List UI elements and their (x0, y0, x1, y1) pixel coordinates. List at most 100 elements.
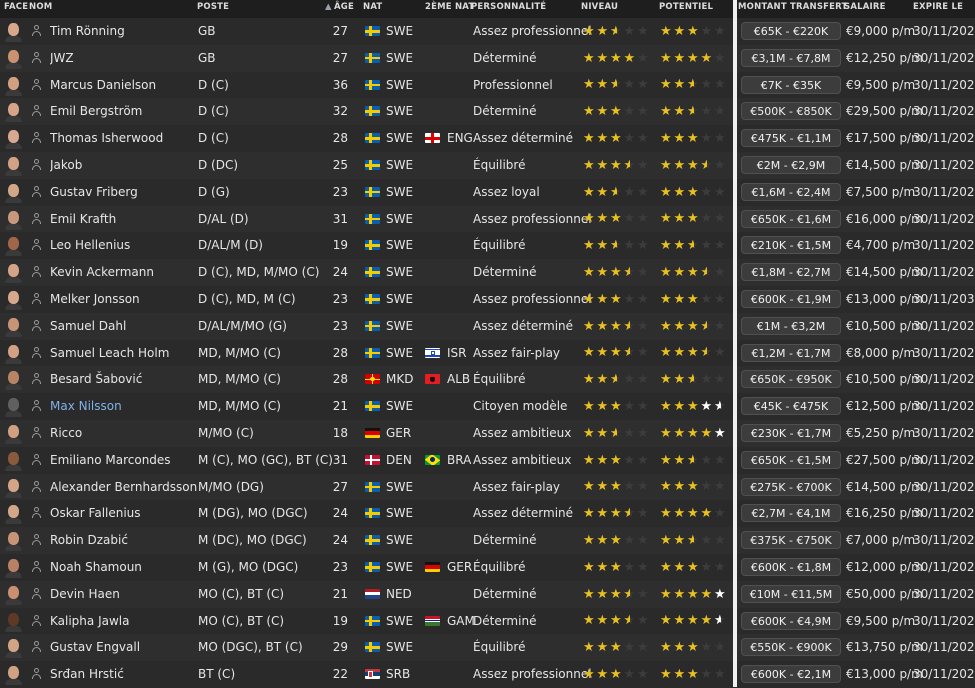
transfer-value-badge[interactable]: €1M - €3,2M (741, 316, 841, 335)
transfer-value-badge[interactable]: €550K - €900K (741, 638, 841, 657)
player-face-avatar[interactable] (4, 182, 23, 203)
player-face-avatar[interactable] (4, 289, 23, 310)
player-profile-icon[interactable] (31, 25, 42, 37)
column-header-personality[interactable]: PERSONNALITÉ (471, 2, 546, 12)
table-row[interactable]: Kalipha Jawla MO (C), BT (C) SWE GAM Détermi… (0, 608, 975, 635)
player-face-avatar[interactable] (4, 209, 23, 230)
table-row[interactable]: JWZ GB SWE Déterminé €12,250 p/m30/11/2027 27… (0, 44, 975, 72)
player-face-avatar[interactable] (4, 584, 23, 605)
transfer-value-badge[interactable]: €7K - €35K (741, 75, 841, 94)
table-row[interactable]: Emil Krafth D/AL (D) SWE Assez professionne… (0, 205, 975, 233)
column-header-potential[interactable]: POTENTIEL (659, 2, 713, 12)
player-face-avatar[interactable] (4, 262, 23, 284)
table-row[interactable]: Ricco M/MO (C) GER Assez ambitieux €5,250 p/… (0, 420, 975, 447)
player-name[interactable]: Devin Haen (50, 581, 120, 608)
player-face-avatar[interactable] (4, 396, 23, 418)
player-name[interactable]: JWZ (50, 45, 74, 72)
player-profile-icon[interactable] (31, 534, 42, 546)
player-name[interactable]: Emil Bergström (50, 98, 142, 125)
column-header-nat[interactable]: NAT (363, 2, 382, 12)
player-name[interactable]: Samuel Leach Holm (50, 340, 169, 367)
player-face-avatar[interactable] (4, 343, 23, 364)
transfer-value-badge[interactable]: €375K - €750K (741, 531, 841, 550)
player-profile-icon[interactable] (31, 668, 42, 680)
transfer-value-badge[interactable]: €650K - €950K (741, 370, 841, 389)
player-profile-icon[interactable] (31, 105, 42, 117)
player-name[interactable]: Srđan Hrstić (50, 661, 124, 688)
player-name[interactable]: Robin Dzabić (50, 527, 128, 554)
table-row[interactable]: Leo Hellenius D/AL/M (D) SWE Équilibré €4,70… (0, 232, 975, 259)
player-profile-icon[interactable] (31, 319, 42, 332)
player-name[interactable]: Oskar Fallenius (50, 500, 141, 527)
player-profile-icon[interactable] (31, 587, 42, 600)
transfer-value-badge[interactable]: €65K - €220K (741, 22, 841, 40)
table-row[interactable]: Emil Bergström D (C) SWE Déterminé €29,500 p… (0, 98, 975, 126)
player-face-avatar[interactable] (4, 423, 23, 444)
player-name[interactable]: Max Nilsson (50, 393, 122, 420)
player-face-avatar[interactable] (4, 101, 23, 123)
player-profile-icon[interactable] (31, 480, 42, 493)
table-row[interactable]: Emiliano Marcondes M (C), MO (GC), BT (C)… (0, 447, 975, 474)
table-row[interactable]: Gustav Engvall MO (DGC), BT (C) SWE Équilib… (0, 634, 975, 662)
transfer-value-badge[interactable]: €600K - €2,1M (741, 665, 841, 684)
transfer-value-badge[interactable]: €600K - €1,9M (741, 290, 841, 308)
player-name[interactable]: Kevin Ackermann (50, 259, 154, 286)
column-header-position[interactable]: POSTE (197, 2, 229, 12)
player-profile-icon[interactable] (31, 51, 42, 64)
player-face-avatar[interactable] (4, 450, 23, 471)
player-name[interactable]: Gustav Engvall (50, 634, 140, 661)
transfer-value-badge[interactable]: €650K - €1,6M (741, 209, 841, 228)
player-face-avatar[interactable] (4, 637, 23, 659)
player-profile-icon[interactable] (31, 212, 42, 225)
player-face-avatar[interactable] (4, 75, 23, 96)
table-row[interactable]: Oskar Fallenius M (DG), MO (DGC) SWE Assez … (0, 500, 975, 527)
player-name[interactable]: Ricco (50, 420, 82, 447)
transfer-value-badge[interactable]: €1,2M - €1,7M (741, 343, 841, 362)
player-face-avatar[interactable] (4, 557, 23, 578)
transfer-value-badge[interactable]: €1,8M - €2,7M (741, 263, 841, 282)
table-row[interactable]: Max Nilsson MD, M/MO (C) SWE Citoyen modèle… (0, 393, 975, 420)
table-row[interactable]: Tim Rönning GB SWE Assez professionnel €9,00… (0, 18, 975, 45)
transfer-value-badge[interactable]: €210K - €1,5M (741, 236, 841, 255)
table-row[interactable]: Samuel Dahl D/AL/M/MO (G) SWE Assez détermi… (0, 312, 975, 340)
player-name[interactable]: Kalipha Jawla (50, 608, 129, 635)
player-profile-icon[interactable] (31, 614, 42, 627)
player-name[interactable]: Gustav Friberg (50, 179, 138, 206)
column-header-age[interactable]: ÂGE (334, 2, 354, 12)
table-row[interactable]: Alexander Bernhardsson M/MO (DG) SWE Assez … (0, 473, 975, 501)
transfer-value-badge[interactable]: €45K - €475K (741, 397, 841, 416)
player-face-avatar[interactable] (4, 316, 23, 337)
transfer-value-badge[interactable]: €500K - €850K (741, 102, 841, 121)
table-row[interactable]: Noah Shamoun M (G), MO (DGC) SWE GER Équilib… (0, 554, 975, 581)
table-row[interactable]: Samuel Leach Holm MD, M/MO (C) SWE ISR Assez… (0, 340, 975, 367)
player-face-avatar[interactable] (4, 21, 23, 42)
column-header-salary[interactable]: SALAIRE (844, 2, 886, 12)
player-face-avatar[interactable] (4, 235, 23, 257)
player-name[interactable]: Emil Krafth (50, 206, 116, 233)
transfer-value-badge[interactable]: €10M - €11,5M (741, 584, 841, 603)
player-face-avatar[interactable] (4, 48, 23, 69)
table-row[interactable]: Jakob D (DC) SWE Équilibré €14,500 p/m 30/11/… (0, 152, 975, 179)
column-header-nat2[interactable]: 2ÈME NAT (425, 2, 474, 12)
player-profile-icon[interactable] (31, 239, 42, 251)
column-header-expires[interactable]: EXPIRE LE (913, 2, 963, 12)
player-face-avatar[interactable] (4, 530, 23, 552)
player-name[interactable]: Noah Shamoun (50, 554, 142, 581)
player-profile-icon[interactable] (31, 561, 42, 573)
transfer-value-badge[interactable]: €600K - €1,8M (741, 558, 841, 576)
table-row[interactable]: Gustav Friberg D (G) SWE Assez loyal €7,500 … (0, 179, 975, 206)
table-row[interactable]: Robin Dzabić M (DC), MO (DGC) SWE Déterminé… (0, 527, 975, 554)
player-name[interactable]: Emiliano Marcondes (50, 447, 171, 474)
player-face-avatar[interactable] (4, 503, 23, 525)
player-face-avatar[interactable] (4, 155, 23, 176)
table-row[interactable]: Melker Jonsson D (C), MD, M (C) SWE Assez p… (0, 286, 975, 313)
player-profile-icon[interactable] (31, 266, 42, 278)
table-row[interactable]: Srđan Hrstić BT (C) SRB Assez professionnel… (0, 661, 975, 688)
player-profile-icon[interactable] (31, 453, 42, 466)
player-profile-icon[interactable] (31, 346, 42, 359)
transfer-value-badge[interactable]: €475K - €1,1M (741, 129, 841, 148)
player-face-avatar[interactable] (4, 664, 23, 686)
table-row[interactable]: Devin Haen MO (C), BT (C) NED Déterminé €50,… (0, 580, 975, 608)
transfer-value-badge[interactable]: €2,7M - €4,1M (741, 504, 841, 523)
player-name[interactable]: Tim Rönning (50, 18, 125, 45)
